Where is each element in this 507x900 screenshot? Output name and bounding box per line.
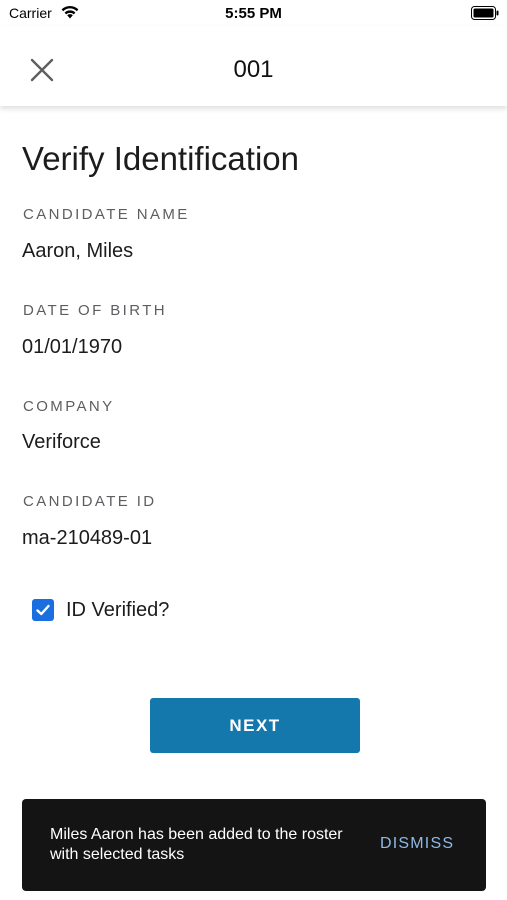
snackbar: Miles Aaron has been added to the roster…: [22, 799, 486, 891]
company-label: COMPANY: [23, 398, 115, 415]
next-button[interactable]: NEXT: [150, 698, 360, 753]
battery-icon: [471, 6, 499, 20]
page-title: Verify Identification: [22, 140, 299, 177]
dismiss-button[interactable]: DISMISS: [380, 835, 454, 853]
date-of-birth-value: 01/01/1970: [22, 336, 123, 358]
candidate-id-value: ma-210489-01: [22, 527, 153, 549]
company-value: Veriforce: [22, 431, 101, 453]
checkmark-icon: [36, 604, 50, 616]
id-verified-checkbox-row[interactable]: ID Verified?: [32, 597, 169, 623]
date-of-birth-label: DATE OF BIRTH: [23, 302, 167, 319]
candidate-id-label: CANDIDATE ID: [23, 493, 157, 510]
id-verified-label: ID Verified?: [66, 598, 170, 621]
status-bar: Carrier 5:55 PM: [0, 0, 507, 26]
snackbar-message: Miles Aaron has been added to the roster…: [50, 826, 343, 863]
candidate-name-value: Aaron, Miles: [22, 240, 134, 262]
header-title: 001: [233, 56, 274, 83]
candidate-name-label: CANDIDATE NAME: [23, 206, 190, 223]
app-header: 001: [0, 26, 507, 106]
status-time: 5:55 PM: [225, 5, 282, 22]
id-verified-checkbox[interactable]: [32, 599, 54, 621]
